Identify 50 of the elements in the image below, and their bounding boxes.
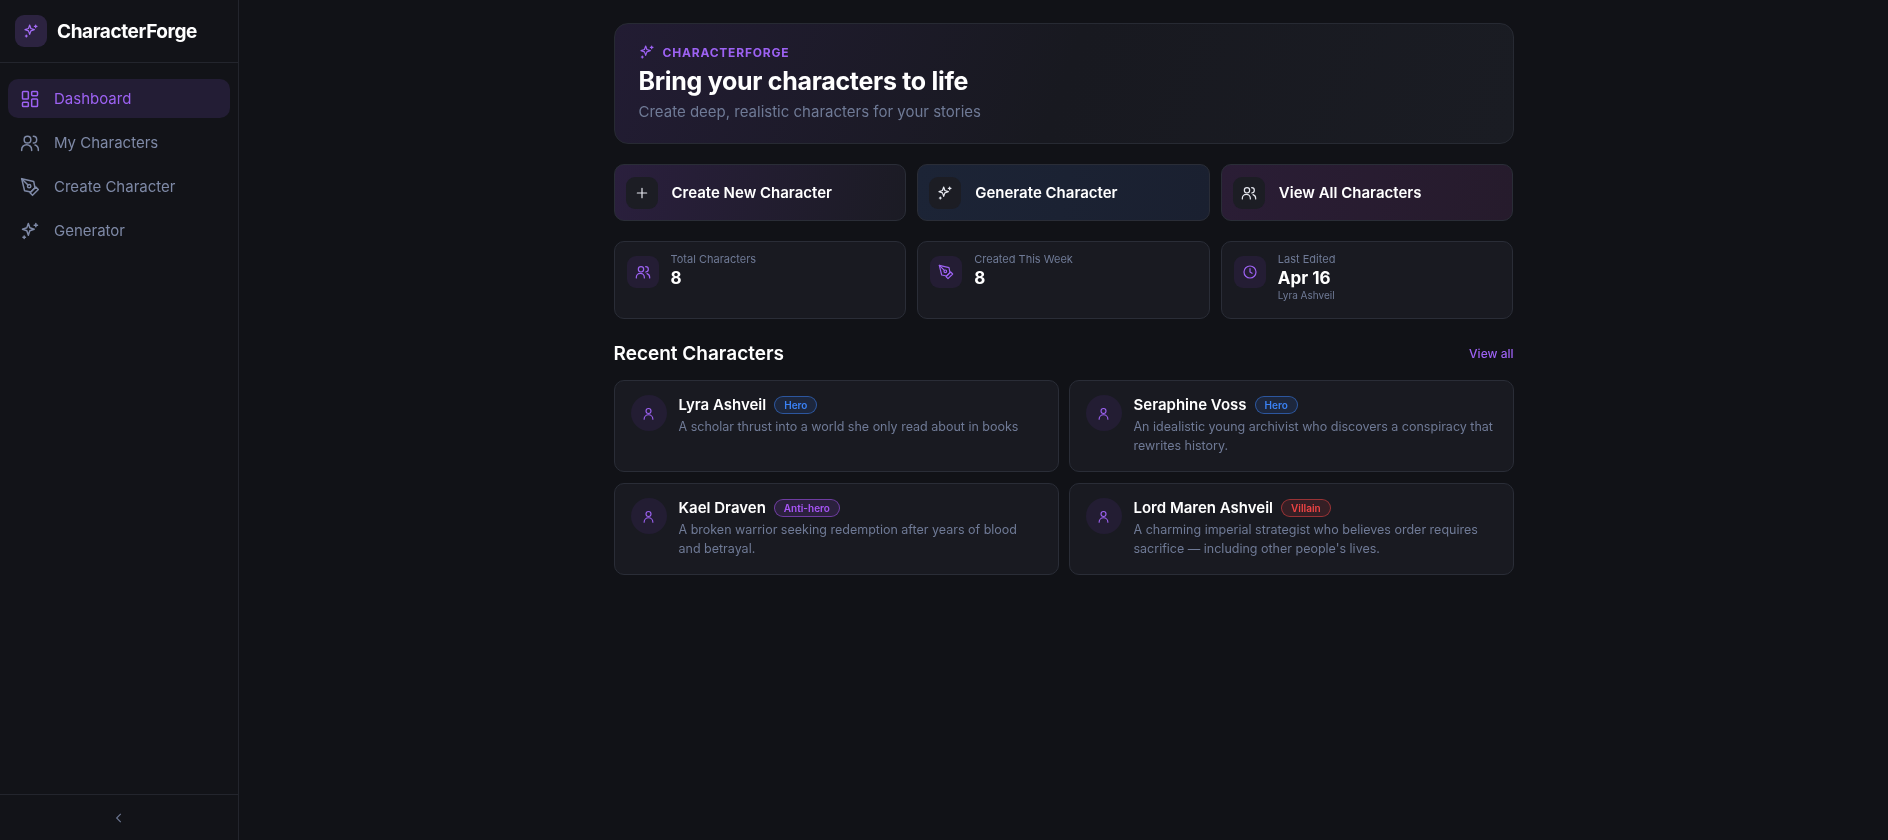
person-icon (1096, 405, 1111, 421)
pen-icon (20, 176, 40, 197)
character-card[interactable]: Seraphine Voss Hero An idealistic young archivist who discovers a conspiracy that rewrites history. (1068, 380, 1514, 472)
character-card[interactable]: Lyra Ashveil Hero A scholar thrust into a world she only read about in books (613, 380, 1059, 472)
sparkle-icon (20, 220, 40, 241)
users-icon (1240, 184, 1257, 201)
hero-eyebrow: CHARACTERFORGE (662, 44, 790, 60)
stat-label: Last Edited (1277, 252, 1336, 266)
stat-label: Created This Week (974, 252, 1073, 266)
hero-subtitle: Create deep, realistic characters for your stories (638, 102, 982, 121)
view-all-link[interactable]: View all (1469, 346, 1514, 361)
person-icon (1096, 508, 1111, 524)
sparkle-icon (638, 44, 655, 60)
character-description: A broken warrior seeking redemption after years of blood and betrayal. (678, 521, 1018, 558)
role-tag: Villain (1281, 498, 1331, 517)
character-name: Kael Draven (678, 498, 766, 517)
brand-name: CharacterForge (57, 19, 197, 43)
sparkle-icon (937, 184, 954, 201)
character-card[interactable]: Lord Maren Ashveil Villain A charming imperial strategist who believes order requires sacrifice — including other people's lives. (1068, 483, 1514, 575)
role-tag: Hero (774, 395, 818, 414)
character-name: Seraphine Voss (1133, 395, 1247, 414)
stat-label: Total Characters (670, 252, 757, 266)
nav-item[interactable]: Create Character (8, 167, 230, 206)
nav-item[interactable]: Dashboard (8, 79, 230, 118)
stat-value: 8 (670, 268, 683, 288)
character-name: Lyra Ashveil (678, 395, 767, 414)
role-tag: Anti-hero (773, 498, 840, 517)
action-button[interactable]: Generate Character (917, 164, 1210, 221)
action-button[interactable]: Create New Character (613, 164, 907, 221)
clock-icon (1241, 264, 1258, 280)
character-description: A scholar thrust into a world she only read about in books (678, 418, 1019, 436)
person-icon (641, 508, 656, 524)
role-tag: Hero (1254, 395, 1298, 414)
character-description: A charming imperial strategist who believes order requires sacrifice — including other people's lives. (1133, 521, 1479, 558)
nav-item[interactable]: Generator (8, 211, 230, 250)
users-icon (634, 264, 651, 280)
stat-note: Lyra Ashveil (1277, 289, 1336, 301)
grid-icon (20, 88, 40, 109)
action-button[interactable]: View All Characters (1220, 164, 1514, 221)
person-icon (641, 405, 656, 421)
sparkle-icon (23, 23, 39, 39)
stat-value: 8 (974, 268, 987, 288)
pen-icon (938, 264, 955, 280)
character-name: Lord Maren Ashveil (1133, 498, 1273, 517)
character-description: An idealistic young archivist who discovers a conspiracy that rewrites history. (1133, 418, 1494, 455)
character-card[interactable]: Kael Draven Anti-hero A broken warrior seeking redemption after years of blood and betrayal. (613, 483, 1059, 575)
hero-title: Bring your characters to life (638, 66, 970, 96)
section-title: Recent Characters (613, 342, 784, 365)
stat-value: Apr 16 (1277, 268, 1332, 288)
nav-item[interactable]: My Characters (8, 123, 230, 162)
